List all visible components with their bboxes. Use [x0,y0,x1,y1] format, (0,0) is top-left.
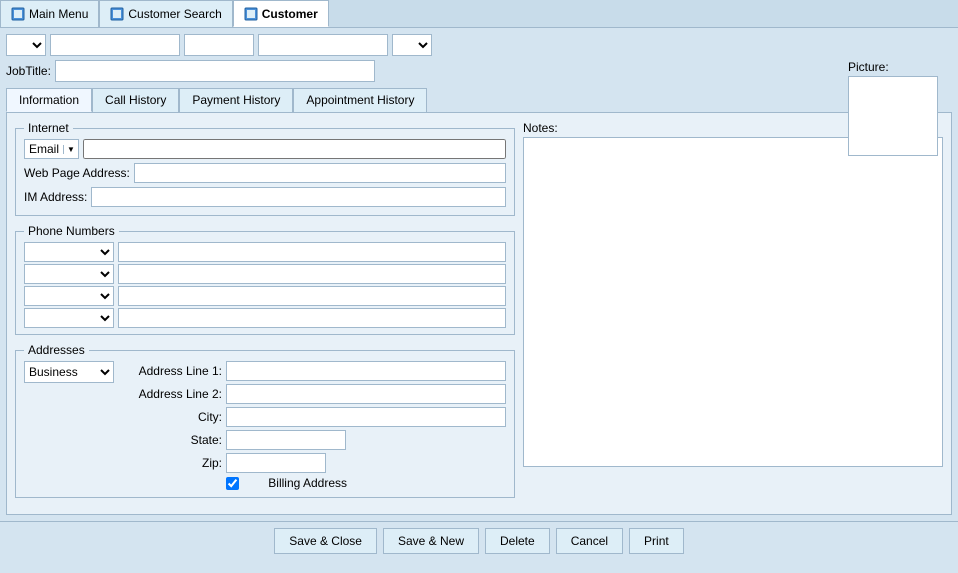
phone-type-3[interactable] [24,286,114,306]
address-line2-label: Address Line 2: [122,387,222,401]
middle-name-input[interactable] [184,34,254,56]
picture-section: Picture: [848,60,948,156]
email-dropdown-arrow[interactable]: ▼ [63,145,78,154]
address-type-select-wrap: Business Home Other [24,361,114,493]
address-line1-label: Address Line 1: [122,364,222,378]
home-icon [11,7,25,21]
tab-customer-search[interactable]: Customer Search [99,0,232,27]
internet-legend: Internet [24,121,73,135]
phone-number-4[interactable] [118,308,506,328]
phone-type-4[interactable] [24,308,114,328]
address-zip-input[interactable]: 99999 [226,453,326,473]
phone-row-3 [24,286,506,306]
subtab-payment-history[interactable]: Payment History [179,88,293,112]
phone-number-2[interactable] [118,264,506,284]
phone-number-3[interactable] [118,286,506,306]
phone-number-1[interactable] [118,242,506,262]
im-input[interactable] [91,187,506,207]
webpage-label: Web Page Address: [24,166,130,180]
address-line1-input[interactable]: Test Address [226,361,506,381]
cancel-button[interactable]: Cancel [556,528,623,554]
right-panel: Notes: [523,121,943,506]
doc-icon [244,7,258,21]
email-input[interactable] [83,139,506,159]
save-close-button[interactable]: Save & Close [274,528,377,554]
last-name-input[interactable]: Customer [258,34,388,56]
address-zip-label: Zip: [122,456,222,470]
webpage-row: Web Page Address: [24,163,506,183]
im-row: IM Address: [24,187,506,207]
jobtitle-input[interactable] [55,60,375,82]
tab-customer-label: Customer [262,7,318,21]
address-inner: Business Home Other Address Line 1: Test… [24,361,506,493]
tab-customer[interactable]: Customer [233,0,329,27]
phone-row-4 [24,308,506,328]
billing-checkbox[interactable] [226,477,239,490]
address-line2-row: Address Line 2: [122,384,506,404]
phone-row-1 [24,242,506,262]
sub-tabs: Information Call History Payment History… [6,88,952,112]
notes-textarea[interactable] [523,137,943,467]
address-line1-row: Address Line 1: Test Address [122,361,506,381]
title-bar: Main Menu Customer Search Customer [0,0,958,28]
phone-type-2[interactable] [24,264,114,284]
addresses-legend: Addresses [24,343,89,357]
address-state-row: State: Test ST [122,430,506,450]
email-type-select[interactable]: Email ▼ [24,139,79,159]
billing-address-row: Billing Address [122,476,506,490]
phone-row-2 [24,264,506,284]
tab-main-menu-label: Main Menu [29,7,88,21]
first-name-input[interactable]: Test [50,34,180,56]
tab-main-menu[interactable]: Main Menu [0,0,99,27]
phone-legend: Phone Numbers [24,224,119,238]
left-panel: Internet Email ▼ Web Page Address: IM Ad… [15,121,515,506]
save-new-button[interactable]: Save & New [383,528,479,554]
name-prefix-select[interactable] [6,34,46,56]
billing-label: Billing Address [247,476,347,490]
bottom-bar: Save & Close Save & New Delete Cancel Pr… [0,521,958,560]
content-panel: Internet Email ▼ Web Page Address: IM Ad… [6,112,952,515]
address-zip-row: Zip: 99999 [122,453,506,473]
webpage-input[interactable] [134,163,506,183]
jobtitle-row: JobTitle: [6,60,952,82]
name-suffix-select[interactable] [392,34,432,56]
tab-customer-search-label: Customer Search [128,7,221,21]
address-state-label: State: [122,433,222,447]
internet-section: Internet Email ▼ Web Page Address: IM Ad… [15,121,515,216]
subtab-call-history[interactable]: Call History [92,88,179,112]
picture-box [848,76,938,156]
address-city-input[interactable]: Test City [226,407,506,427]
top-form: Test Customer [6,34,952,56]
print-button[interactable]: Print [629,528,684,554]
address-city-row: City: Test City [122,407,506,427]
search-icon [110,7,124,21]
address-city-label: City: [122,410,222,424]
address-type-select[interactable]: Business Home Other [24,361,114,383]
im-label: IM Address: [24,190,87,204]
subtab-appointment-history[interactable]: Appointment History [293,88,427,112]
phone-section: Phone Numbers [15,224,515,335]
addresses-section: Addresses Business Home Other Address Li… [15,343,515,498]
picture-label: Picture: [848,60,948,74]
subtab-information[interactable]: Information [6,88,92,112]
address-fields: Address Line 1: Test Address Address Lin… [122,361,506,493]
address-line2-input[interactable] [226,384,506,404]
address-state-input[interactable]: Test ST [226,430,346,450]
email-row: Email ▼ [24,139,506,159]
phone-type-1[interactable] [24,242,114,262]
jobtitle-label: JobTitle: [6,64,51,78]
delete-button[interactable]: Delete [485,528,550,554]
